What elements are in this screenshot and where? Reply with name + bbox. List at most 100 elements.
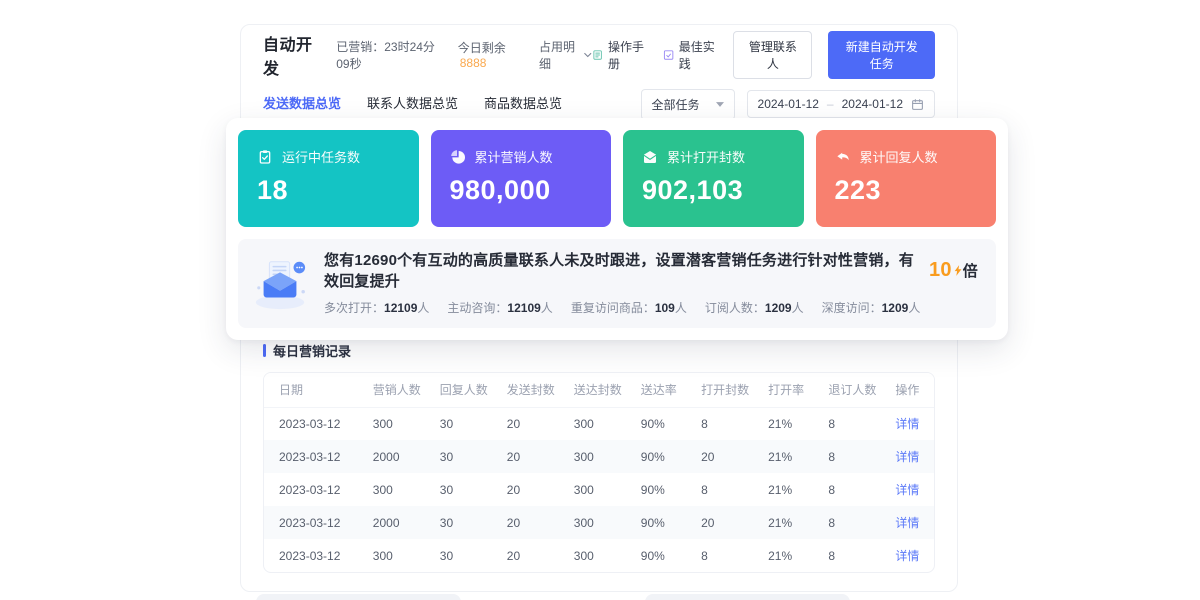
table-cell: 8 bbox=[686, 407, 753, 440]
table-cell: 8 bbox=[813, 506, 880, 539]
table-cell: 90% bbox=[626, 440, 686, 473]
metric-multi-open: 多次打开：12109人 bbox=[324, 299, 429, 316]
date-range-picker[interactable]: 2024-01-12 – 2024-01-12 bbox=[747, 90, 935, 118]
table-cell-action: 详情 bbox=[880, 473, 934, 506]
new-task-button[interactable]: 新建自动开发任务 bbox=[828, 31, 935, 79]
tab-send-data[interactable]: 发送数据总览 bbox=[263, 93, 341, 116]
daily-marketing-table: 日期 营销人数 回复人数 发送封数 送达封数 送达率 打开封数 打开率 退订人数… bbox=[263, 372, 935, 573]
usage-detail-dropdown[interactable]: 占用明细 bbox=[539, 38, 592, 72]
table-cell: 2023-03-12 bbox=[264, 506, 358, 539]
table-cell: 2023-03-12 bbox=[264, 539, 358, 572]
table-cell: 300 bbox=[559, 539, 626, 572]
tab-product-data[interactable]: 商品数据总览 bbox=[484, 93, 562, 116]
stats-overlay-card: 运行中任务数 18 累计营销人数 980,000 累计打开封数 902,103 bbox=[226, 118, 1008, 340]
table-header: 日期 营销人数 回复人数 发送封数 送达封数 送达率 打开封数 打开率 退订人数… bbox=[264, 373, 934, 407]
metric-inquiry: 主动咨询：12109人 bbox=[447, 299, 552, 316]
best-practice-link[interactable]: 最佳实践 bbox=[663, 38, 718, 72]
task-select[interactable]: 全部任务 bbox=[641, 89, 735, 120]
tab-contact-data[interactable]: 联系人数据总览 bbox=[367, 93, 458, 116]
table-cell: 30 bbox=[425, 407, 492, 440]
table-body: 2023-03-12300302030090%821%8详情2023-03-12… bbox=[264, 407, 934, 572]
col-open-rate: 打开率 bbox=[753, 373, 813, 407]
mail-open-icon bbox=[642, 149, 658, 165]
table-cell: 21% bbox=[753, 539, 813, 572]
table-cell: 8 bbox=[813, 440, 880, 473]
detail-link[interactable]: 详情 bbox=[895, 549, 919, 563]
col-date: 日期 bbox=[264, 373, 358, 407]
table-cell: 20 bbox=[492, 539, 559, 572]
col-opened: 打开封数 bbox=[686, 373, 753, 407]
stat-label: 累计回复人数 bbox=[860, 147, 938, 166]
manual-link[interactable]: 操作手册 bbox=[592, 38, 647, 72]
detail-link[interactable]: 详情 bbox=[895, 417, 919, 431]
table-row: 2023-03-12300302030090%821%8详情 bbox=[264, 539, 934, 572]
table-cell-action: 详情 bbox=[880, 539, 934, 572]
table-cell: 21% bbox=[753, 440, 813, 473]
table-cell: 20 bbox=[686, 506, 753, 539]
daily-marketing-section: 每日营销记录 日期 营销人数 回复人数 发送封数 送达封数 bbox=[241, 341, 957, 573]
caret-down-icon bbox=[716, 102, 724, 107]
table-cell: 300 bbox=[559, 407, 626, 440]
table-cell: 300 bbox=[559, 440, 626, 473]
stat-value: 18 bbox=[257, 175, 400, 206]
table-cell: 21% bbox=[753, 473, 813, 506]
date-separator: – bbox=[827, 97, 834, 111]
detail-link[interactable]: 详情 bbox=[895, 516, 919, 530]
table-cell: 2000 bbox=[358, 506, 425, 539]
table-cell: 300 bbox=[559, 506, 626, 539]
stat-card-replied-people: 累计回复人数 223 bbox=[816, 130, 997, 227]
header-meta: 已营销：23时24分09秒 今日剩余8888 占用明细 bbox=[336, 38, 592, 72]
metric-subscribers: 订阅人数：1209人 bbox=[705, 299, 804, 316]
table-cell: 21% bbox=[753, 407, 813, 440]
stat-label: 运行中任务数 bbox=[282, 147, 360, 166]
table-cell: 90% bbox=[626, 539, 686, 572]
remaining-today: 今日剩余8888 bbox=[458, 39, 523, 70]
reply-arrow-icon bbox=[835, 149, 851, 165]
banner-metrics: 多次打开：12109人 主动咨询：12109人 重复访问商品：109人 订阅人数… bbox=[324, 299, 978, 316]
table-cell: 20 bbox=[492, 473, 559, 506]
header-actions: 操作手册 最佳实践 管理联系人 新建自动开发任务 bbox=[592, 31, 935, 79]
col-marketed: 营销人数 bbox=[358, 373, 425, 407]
table-cell-action: 详情 bbox=[880, 440, 934, 473]
table-cell: 2023-03-12 bbox=[264, 407, 358, 440]
col-delivery-rate: 送达率 bbox=[626, 373, 686, 407]
date-end: 2024-01-12 bbox=[842, 97, 903, 111]
calendar-icon bbox=[911, 98, 924, 111]
stat-value: 223 bbox=[835, 175, 978, 206]
table-cell: 30 bbox=[425, 506, 492, 539]
table-cell: 8 bbox=[813, 473, 880, 506]
col-action: 操作 bbox=[880, 373, 934, 407]
next-section-card-right bbox=[645, 594, 850, 600]
col-sent: 发送封数 bbox=[492, 373, 559, 407]
table-cell: 90% bbox=[626, 506, 686, 539]
page-title: 自动开发 bbox=[263, 31, 320, 79]
stat-card-marketed-people: 累计营销人数 980,000 bbox=[431, 130, 612, 227]
table-row: 2023-03-122000302030090%2021%8详情 bbox=[264, 506, 934, 539]
table-cell-action: 详情 bbox=[880, 407, 934, 440]
col-unsubscribed: 退订人数 bbox=[813, 373, 880, 407]
next-section-card-left bbox=[256, 594, 461, 600]
pie-chart-icon bbox=[450, 149, 466, 165]
table-cell: 8 bbox=[686, 539, 753, 572]
remaining-count: 8888 bbox=[460, 56, 487, 70]
tabs-row: 发送数据总览 联系人数据总览 商品数据总览 全部任务 2024-01-12 – … bbox=[241, 87, 957, 121]
table-cell: 300 bbox=[358, 407, 425, 440]
stat-label: 累计打开封数 bbox=[667, 147, 745, 166]
tabs: 发送数据总览 联系人数据总览 商品数据总览 bbox=[263, 93, 562, 116]
section-title: 每日营销记录 bbox=[263, 341, 935, 360]
manage-contacts-button[interactable]: 管理联系人 bbox=[733, 31, 812, 79]
banner-multiplier: 10 bbox=[929, 259, 952, 282]
detail-link[interactable]: 详情 bbox=[895, 450, 919, 464]
stat-value: 980,000 bbox=[450, 175, 593, 206]
mailbox-illustration-icon bbox=[248, 255, 312, 311]
date-start: 2024-01-12 bbox=[758, 97, 819, 111]
col-delivered: 送达封数 bbox=[559, 373, 626, 407]
title-accent-bar bbox=[263, 344, 266, 357]
dashboard: 自动开发 已营销：23时24分09秒 今日剩余8888 占用明细 操作手册 bbox=[0, 0, 1200, 600]
detail-link[interactable]: 详情 bbox=[895, 483, 919, 497]
stat-card-opened-mails: 累计打开封数 902,103 bbox=[623, 130, 804, 227]
table-cell: 20 bbox=[492, 440, 559, 473]
table-cell: 300 bbox=[358, 539, 425, 572]
table-cell: 2023-03-12 bbox=[264, 473, 358, 506]
stat-value: 902,103 bbox=[642, 175, 785, 206]
